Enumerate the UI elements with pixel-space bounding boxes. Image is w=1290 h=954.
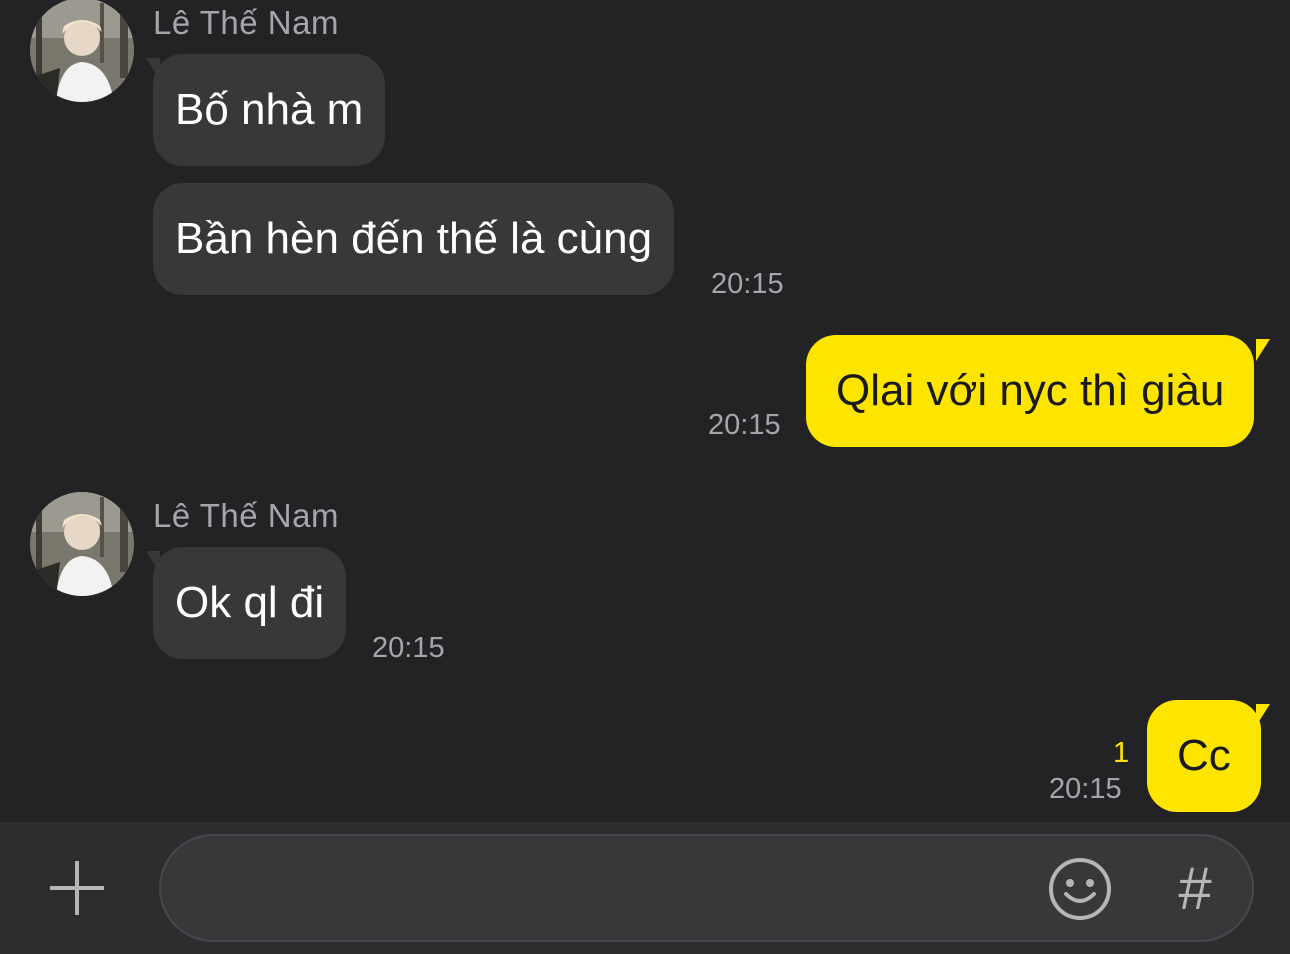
plus-icon[interactable]: [46, 857, 108, 919]
message-timestamp: 20:15: [1049, 773, 1122, 805]
message-composer: #: [0, 822, 1290, 954]
emoji-icon[interactable]: [1047, 856, 1113, 922]
avatar[interactable]: [30, 492, 134, 596]
incoming-message-bubble[interactable]: Ok ql đi: [153, 547, 347, 659]
bubble-tail: [1256, 704, 1270, 726]
message-input-box[interactable]: #: [159, 834, 1254, 942]
outgoing-message-bubble[interactable]: Qlai với nyc thì giàu: [806, 335, 1255, 447]
message-timestamp: 20:15: [708, 409, 781, 441]
bubble-tail: [1256, 339, 1270, 361]
chat-message-list[interactable]: Lê Thế Nam Bố nhà m Bần hèn đến thế là c…: [0, 0, 1290, 822]
message-timestamp: 20:15: [711, 268, 784, 300]
sender-name: Lê Thế Nam: [153, 4, 339, 41]
hashtag-button[interactable]: #: [1166, 854, 1224, 924]
message-input[interactable]: [191, 860, 1035, 918]
sender-name: Lê Thế Nam: [153, 497, 339, 534]
avatar[interactable]: [30, 0, 134, 102]
message-timestamp: 20:15: [372, 632, 445, 664]
incoming-message-bubble[interactable]: Bố nhà m: [153, 54, 386, 166]
incoming-message-bubble[interactable]: Bần hèn đến thế là cùng: [153, 183, 675, 295]
outgoing-message-bubble[interactable]: Cc: [1147, 700, 1261, 812]
unread-count: 1: [1113, 737, 1130, 769]
